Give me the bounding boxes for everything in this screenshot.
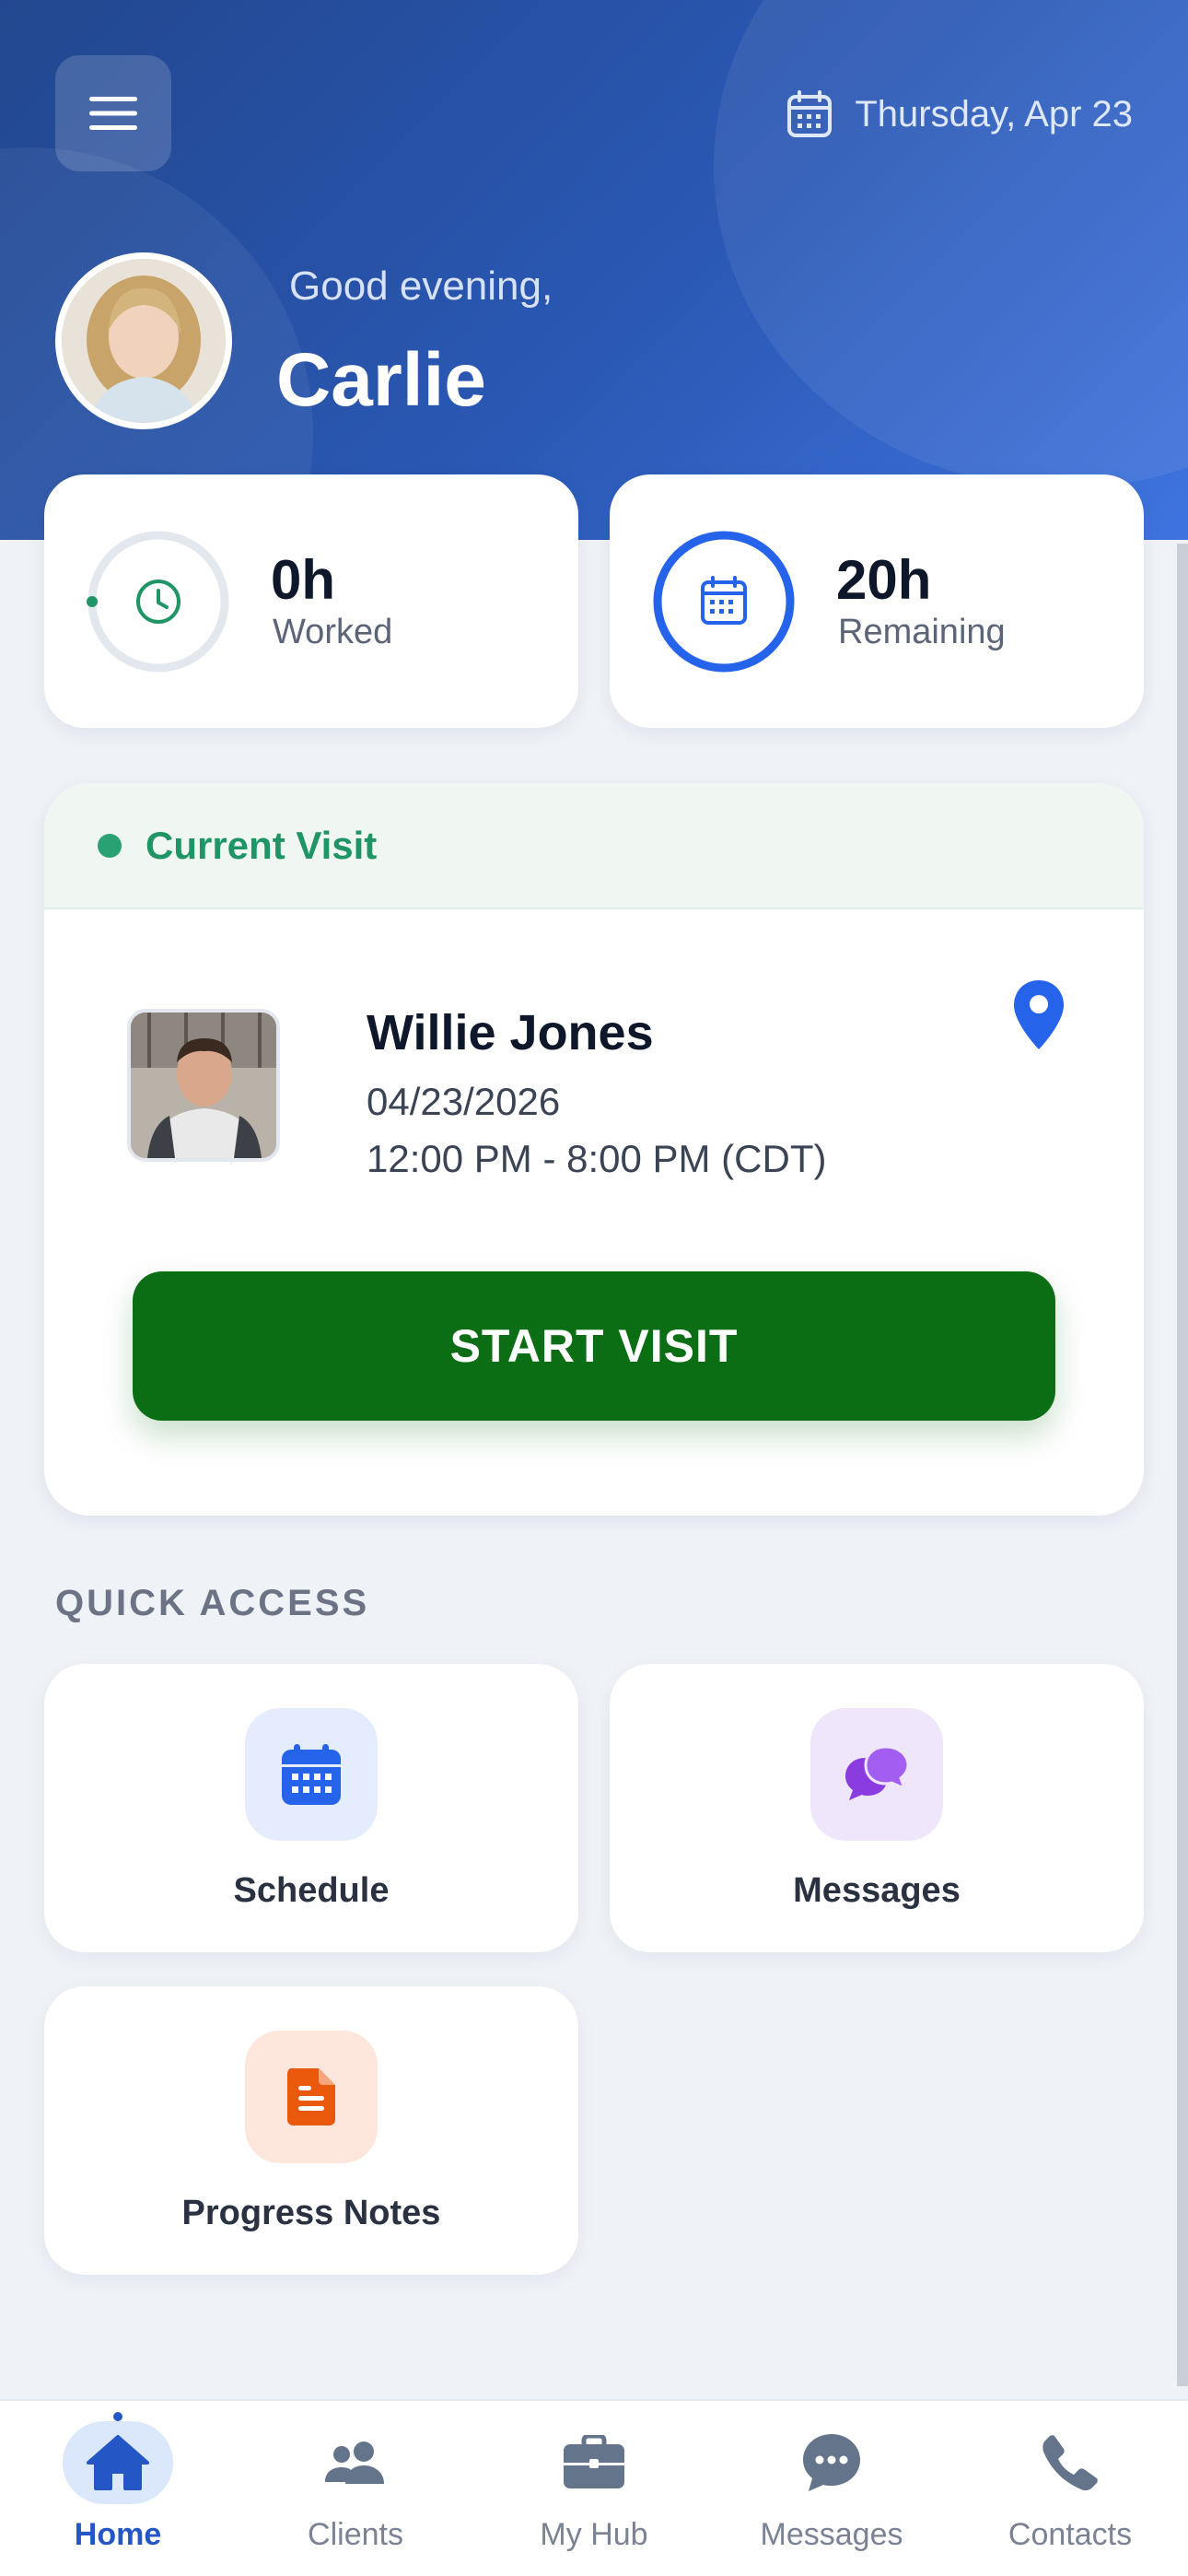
visit-time: 12:00 PM - 8:00 PM (CDT): [367, 1137, 827, 1180]
remaining-hours-card: 20h Remaining: [610, 474, 1144, 728]
worked-progress-ring: [87, 531, 229, 673]
nav-my-hub-label: My Hub: [540, 2517, 648, 2552]
visit-date: 04/23/2026: [367, 1080, 561, 1123]
nav-my-hub[interactable]: My Hub: [502, 2401, 686, 2576]
nav-messages[interactable]: Messages: [740, 2401, 924, 2576]
active-indicator: [113, 2412, 122, 2421]
progress-notes-label: Progress Notes: [181, 2194, 441, 2232]
quick-access-title: QUICK ACCESS: [55, 1583, 370, 1623]
nav-contacts[interactable]: Contacts: [978, 2401, 1162, 2576]
nav-clients-label: Clients: [308, 2517, 403, 2552]
home-screen: Thursday, Apr 23 Good evening, Carlie 0h…: [0, 0, 1188, 2576]
calendar-icon: [787, 90, 833, 137]
current-visit-card: Current Visit Willie Jones 04/23/2026 12…: [44, 783, 1144, 1516]
chat-icon: [776, 2421, 887, 2504]
nav-messages-label: Messages: [760, 2517, 903, 2552]
location-pin-icon[interactable]: [1011, 978, 1066, 1052]
remaining-hours-value: 20h: [836, 549, 932, 611]
status-dot: [98, 833, 122, 858]
hamburger-icon: [89, 97, 137, 130]
document-icon: [245, 2031, 378, 2163]
messages-label: Messages: [793, 1871, 961, 1910]
scrollbar[interactable]: [1177, 544, 1188, 2386]
worked-hours-card: 0h Worked: [44, 474, 578, 728]
user-avatar-photo: [62, 259, 226, 423]
nav-home[interactable]: Home: [26, 2401, 210, 2576]
header-decoration: [714, 0, 1188, 488]
start-visit-label: START VISIT: [449, 1320, 739, 1372]
user-avatar[interactable]: [55, 252, 232, 429]
current-date: Thursday, Apr 23: [855, 93, 1133, 135]
phone-icon: [1015, 2421, 1125, 2504]
user-name: Carlie: [276, 338, 486, 422]
worked-hours-value: 0h: [271, 549, 336, 611]
bottom-navigation: Home Clients My Hub Messages Contacts: [0, 2399, 1188, 2576]
progress-notes-tile[interactable]: Progress Notes: [44, 1986, 578, 2275]
nav-home-label: Home: [74, 2517, 162, 2552]
calendar-icon: [245, 1708, 378, 1841]
remaining-progress-ring: [653, 531, 795, 673]
worked-hours-label: Worked: [273, 613, 393, 651]
header: Thursday, Apr 23 Good evening, Carlie: [0, 0, 1188, 540]
remaining-hours-label: Remaining: [838, 613, 1006, 651]
greeting-text: Good evening,: [289, 263, 553, 309]
client-name: Willie Jones: [367, 1005, 654, 1060]
home-icon: [63, 2421, 173, 2504]
schedule-label: Schedule: [233, 1871, 390, 1910]
header-date: Thursday, Apr 23: [786, 88, 1133, 140]
schedule-tile[interactable]: Schedule: [44, 1664, 578, 1952]
client-photo-image: [131, 1013, 276, 1158]
start-visit-button[interactable]: START VISIT: [133, 1271, 1055, 1421]
current-visit-header: Current Visit: [44, 783, 1144, 909]
briefcase-icon: [539, 2421, 649, 2504]
nav-contacts-label: Contacts: [1007, 2517, 1133, 2552]
client-photo: [127, 1009, 280, 1162]
users-icon: [300, 2421, 411, 2504]
chat-bubbles-icon: [810, 1708, 943, 1841]
menu-button[interactable]: [55, 55, 171, 171]
messages-tile[interactable]: Messages: [610, 1664, 1144, 1952]
current-visit-label: Current Visit: [146, 823, 378, 867]
nav-clients[interactable]: Clients: [263, 2401, 448, 2576]
